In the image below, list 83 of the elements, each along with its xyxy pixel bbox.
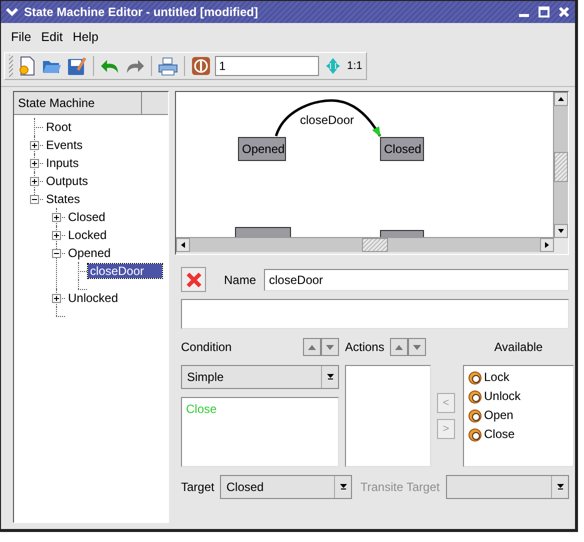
name-field[interactable]: closeDoor (264, 268, 569, 290)
description-field[interactable] (181, 299, 569, 329)
transition-arrow[interactable] (274, 99, 382, 137)
name-label: Name (224, 272, 256, 286)
available-event[interactable]: Open (484, 406, 514, 425)
scrollbar-thumb[interactable] (554, 152, 568, 182)
actions-list[interactable] (345, 365, 431, 467)
event-icon (468, 428, 482, 442)
scroll-down-button[interactable] (554, 224, 568, 238)
condition-dropdown[interactable]: Simple (181, 365, 339, 389)
dropdown-arrow-icon (556, 484, 564, 490)
scroll-right-button[interactable] (540, 238, 554, 252)
scroll-up-button[interactable] (554, 92, 568, 106)
delete-icon (184, 270, 202, 288)
transite-target-label: Transite Target (360, 480, 440, 494)
actions-label: Actions (345, 340, 384, 354)
transite-target-dropdown[interactable] (446, 475, 569, 499)
move-down-button[interactable] (408, 338, 426, 356)
move-down-button[interactable] (321, 338, 339, 356)
tree-item[interactable]: closeDoor (88, 264, 162, 278)
condition-label: Condition (181, 340, 232, 354)
down-arrow-icon (558, 229, 564, 233)
up-arrow-icon (308, 344, 316, 350)
expand-icon[interactable] (30, 141, 39, 150)
target-label: Target (181, 480, 214, 494)
tree-item[interactable]: Inputs (44, 156, 81, 170)
tree-item[interactable]: Events (44, 138, 85, 152)
delete-button[interactable] (181, 267, 206, 292)
event-icon (468, 370, 482, 384)
tree-item[interactable]: Unlocked (66, 291, 120, 305)
zoom-reset-button[interactable]: 1:1 (347, 60, 362, 72)
tree-item[interactable]: States (44, 192, 82, 206)
state-node[interactable]: Opened (238, 137, 286, 161)
event-icon (468, 408, 482, 422)
transition-label: closeDoor (300, 114, 354, 127)
available-label: Available (494, 340, 543, 354)
available-event[interactable]: Close (484, 425, 515, 444)
target-dropdown[interactable]: Closed (220, 475, 352, 499)
zoom-field[interactable]: 1 (215, 56, 319, 76)
printer-icon[interactable] (157, 55, 179, 77)
expand-icon[interactable] (52, 213, 61, 222)
scrollbar-corner (554, 238, 568, 252)
tree-item[interactable]: Outputs (44, 174, 90, 188)
right-arrow-icon (545, 242, 549, 248)
available-event[interactable]: Lock (484, 368, 510, 387)
maximize-icon[interactable] (536, 4, 552, 20)
expand-icon[interactable] (30, 177, 39, 186)
tree-item[interactable]: Root (44, 120, 74, 134)
diagram-canvas[interactable]: Opened Closed closeDoor (176, 92, 568, 252)
condition-text: Close (186, 402, 217, 416)
expand-icon[interactable] (52, 294, 61, 303)
left-arrow-icon (181, 242, 185, 248)
menu-item[interactable]: Help (72, 30, 98, 44)
dropdown-arrow-icon (340, 484, 347, 490)
scrollbar-thumb[interactable] (362, 238, 388, 252)
move-up-button[interactable] (390, 338, 408, 356)
move-up-button[interactable] (303, 338, 321, 356)
down-arrow-icon (413, 344, 422, 350)
tree-item[interactable]: Closed (66, 210, 108, 224)
menu-item[interactable]: File (11, 30, 32, 44)
window-title: State Machine Editor - untitled [modified] (24, 5, 259, 19)
down-arrow-icon (326, 344, 334, 350)
collapse-icon[interactable] (30, 195, 39, 204)
close-icon[interactable] (556, 4, 572, 20)
menu-item[interactable]: Edit (41, 30, 63, 44)
expand-icon[interactable] (52, 231, 61, 240)
up-arrow-icon (558, 97, 564, 101)
vertical-scrollbar[interactable] (553, 92, 568, 238)
collapse-icon[interactable] (52, 249, 61, 258)
up-arrow-icon (395, 344, 404, 350)
state-node[interactable] (235, 227, 291, 238)
state-node[interactable]: Closed (380, 137, 424, 161)
scroll-left-button[interactable] (176, 238, 190, 252)
expand-icon[interactable] (30, 159, 39, 168)
save-icon[interactable] (66, 55, 88, 77)
available-event[interactable]: Unlock (484, 387, 521, 406)
tree-item[interactable]: Opened (66, 246, 113, 260)
stop-icon[interactable] (190, 55, 212, 77)
event-icon (468, 390, 482, 404)
dropdown-arrow-icon (326, 374, 334, 380)
column-header[interactable]: State Machine (14, 92, 142, 114)
tree-item[interactable]: Locked (66, 228, 109, 242)
horizontal-scrollbar[interactable] (176, 237, 554, 252)
